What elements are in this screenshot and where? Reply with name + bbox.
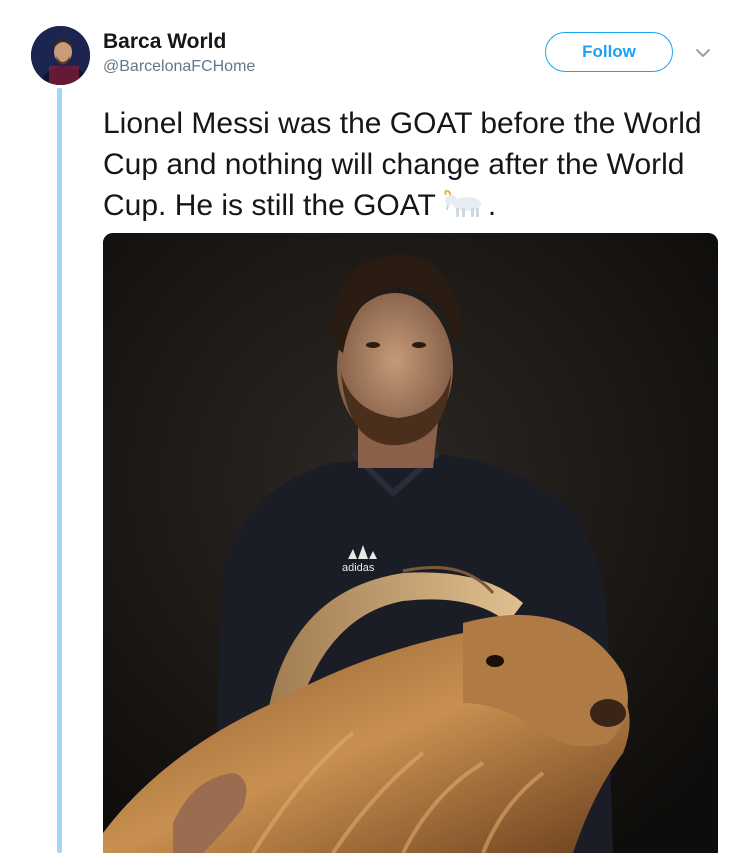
thread-line — [57, 88, 62, 853]
chevron-down-icon[interactable] — [694, 44, 712, 62]
messi-goat-photo: adidas — [103, 233, 718, 853]
tweet-text-suffix: . — [487, 189, 497, 222]
goat-emoji-icon — [444, 189, 481, 217]
display-name[interactable]: Barca World — [103, 30, 226, 54]
avatar-image — [31, 26, 90, 85]
follow-button[interactable]: Follow — [545, 32, 673, 72]
tweet-body: Lionel Messi was the GOAT before the Wor… — [103, 107, 702, 222]
avatar[interactable] — [31, 26, 90, 85]
user-handle[interactable]: @BarcelonaFCHome — [103, 58, 255, 76]
tweet-image[interactable]: adidas — [103, 233, 718, 853]
adidas-logo: adidas — [342, 562, 375, 574]
tweet-text: Lionel Messi was the GOAT before the Wor… — [103, 103, 733, 226]
